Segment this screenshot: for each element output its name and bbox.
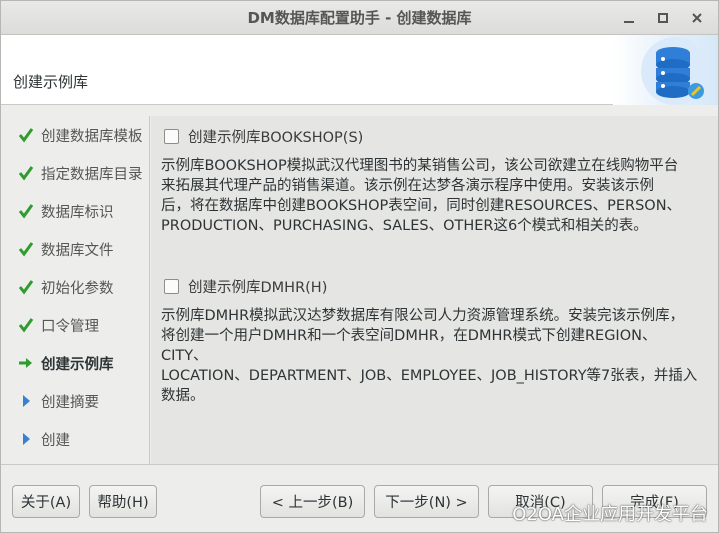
step-item: 创建摘要: [1, 382, 149, 420]
step-label: 数据库标识: [41, 204, 114, 221]
step-item: 数据库标识: [1, 192, 149, 230]
desc-line: 将创建一个用户DMHR和一个表空间DMHR，在DMHR模式下创建REGION、C…: [161, 328, 657, 364]
desc-line: 示例库BOOKSHOP模拟武汉代理图书的某销售公司，该公司欲建立在线购物平台: [161, 158, 679, 174]
checkmark-icon: [17, 240, 35, 258]
minimize-icon: [624, 21, 634, 23]
step-item: 初始化参数: [1, 268, 149, 306]
step-item: 口令管理: [1, 306, 149, 344]
step-label: 指定数据库目录: [41, 166, 143, 183]
step-item: 创建数据库模板: [1, 116, 149, 154]
desc-line: LOCATION、DEPARTMENT、JOB、EMPLOYEE、JOB_HIS…: [161, 368, 698, 384]
step-label: 数据库文件: [41, 242, 114, 259]
close-icon: [692, 13, 702, 23]
dmhr-option[interactable]: 创建示例库DMHR(H): [161, 274, 708, 298]
desc-line: 示例库DMHR模拟武汉达梦数据库有限公司人力资源管理系统。安装完该示例库，: [161, 308, 685, 324]
content-panel: 创建示例库BOOKSHOP(S) 示例库BOOKSHOP模拟武汉代理图书的某销售…: [151, 116, 718, 464]
checkmark-icon: [17, 126, 35, 144]
watermark-text: O2OA企业应用开发平台: [512, 504, 708, 525]
window-controls: [614, 7, 712, 29]
dmhr-label[interactable]: 创建示例库DMHR(H): [188, 276, 327, 297]
checkmark-icon: [17, 164, 35, 182]
help-button[interactable]: 帮助(H): [89, 485, 157, 518]
next-button[interactable]: 下一步(N) >: [374, 485, 479, 518]
minimize-button[interactable]: [614, 7, 644, 29]
database-logo: [613, 35, 718, 105]
checkmark-icon: [17, 316, 35, 334]
desc-line: PRODUCTION、PURCHASING、SALES、OTHER这6个模式和相…: [161, 218, 648, 234]
about-button[interactable]: 关于(A): [12, 485, 80, 518]
dm-config-window: DM数据库配置助手 - 创建数据库 创建示例库 创建数据库模板 指定数据库目录 …: [0, 0, 719, 533]
step-item: 创建: [1, 420, 149, 458]
button-bar: 关于(A) 帮助(H) < 上一步(B) 下一步(N) > 取消(C) 完成(F…: [1, 464, 718, 532]
triangle-right-icon: [17, 392, 35, 410]
window-title: DM数据库配置助手 - 创建数据库: [247, 9, 472, 27]
maximize-icon: [658, 13, 668, 23]
bookshop-label[interactable]: 创建示例库BOOKSHOP(S): [188, 126, 363, 147]
prev-button[interactable]: < 上一步(B): [260, 485, 365, 518]
title-bar: DM数据库配置助手 - 创建数据库: [1, 1, 718, 35]
step-label: 创建: [41, 432, 70, 449]
bookshop-checkbox[interactable]: [164, 128, 179, 144]
step-label: 创建摘要: [41, 394, 99, 411]
dmhr-checkbox[interactable]: [164, 278, 179, 294]
bookshop-option[interactable]: 创建示例库BOOKSHOP(S): [161, 124, 708, 148]
bookshop-description: 示例库BOOKSHOP模拟武汉代理图书的某销售公司，该公司欲建立在线购物平台 来…: [161, 156, 701, 236]
desc-line: 来拓展其代理产品的销售渠道。该示例在达梦各演示程序中使用。安装该示例: [161, 178, 654, 194]
page-header: 创建示例库: [1, 35, 718, 105]
triangle-right-icon: [17, 430, 35, 448]
close-button[interactable]: [682, 7, 712, 29]
database-icon: [641, 37, 709, 105]
desc-line: 数据。: [161, 388, 205, 404]
step-label: 口令管理: [41, 318, 99, 335]
dmhr-description: 示例库DMHR模拟武汉达梦数据库有限公司人力资源管理系统。安装完该示例库， 将创…: [161, 306, 701, 406]
step-label: 初始化参数: [41, 280, 114, 297]
desc-line: 后，将在数据库中创建BOOKSHOP表空间，同时创建RESOURCES、PERS…: [161, 198, 682, 214]
checkmark-icon: [17, 278, 35, 296]
step-item: 数据库文件: [1, 230, 149, 268]
step-item: 指定数据库目录: [1, 154, 149, 192]
page-heading: 创建示例库: [13, 73, 89, 91]
step-label: 创建示例库: [41, 356, 114, 373]
wizard-body: 创建数据库模板 指定数据库目录 数据库标识 数据库文件 初始化参数 口令管理 创…: [1, 106, 718, 464]
steps-sidebar: 创建数据库模板 指定数据库目录 数据库标识 数据库文件 初始化参数 口令管理 创…: [1, 116, 150, 464]
arrow-right-icon: [17, 354, 35, 372]
maximize-button[interactable]: [648, 7, 678, 29]
checkmark-icon: [17, 202, 35, 220]
step-item-current: 创建示例库: [1, 344, 149, 382]
step-label: 创建数据库模板: [41, 128, 143, 145]
